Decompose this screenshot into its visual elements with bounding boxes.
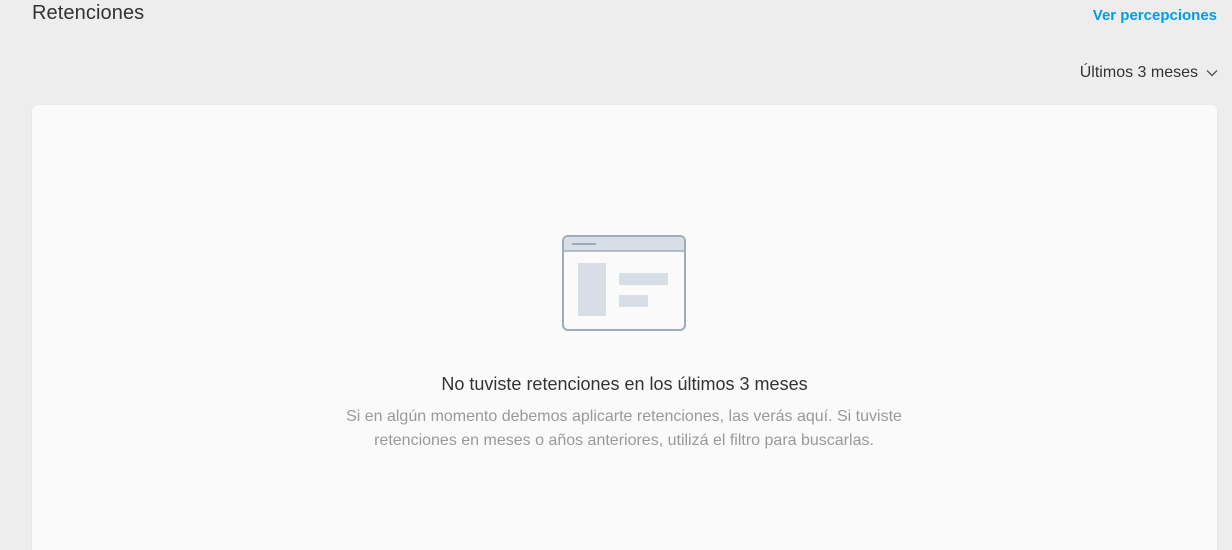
browser-window-illustration (562, 235, 686, 331)
empty-state-description: Si en algún momento debemos aplicarte re… (346, 408, 902, 449)
chevron-down-icon (1206, 70, 1218, 77)
period-filter-label: Últimos 3 meses (1079, 64, 1198, 81)
page-title: Retenciones (32, 2, 145, 24)
empty-state-card: No tuviste retenciones en los últimos 3 … (32, 105, 1217, 550)
empty-state-title: No tuviste retenciones en los últimos 3 … (441, 374, 808, 394)
period-filter-dropdown[interactable]: Últimos 3 meses (1080, 64, 1218, 82)
page: Retenciones Ver percepciones Últimos 3 m… (0, 0, 1232, 550)
ver-percepciones-link[interactable]: Ver percepciones (1093, 7, 1217, 24)
